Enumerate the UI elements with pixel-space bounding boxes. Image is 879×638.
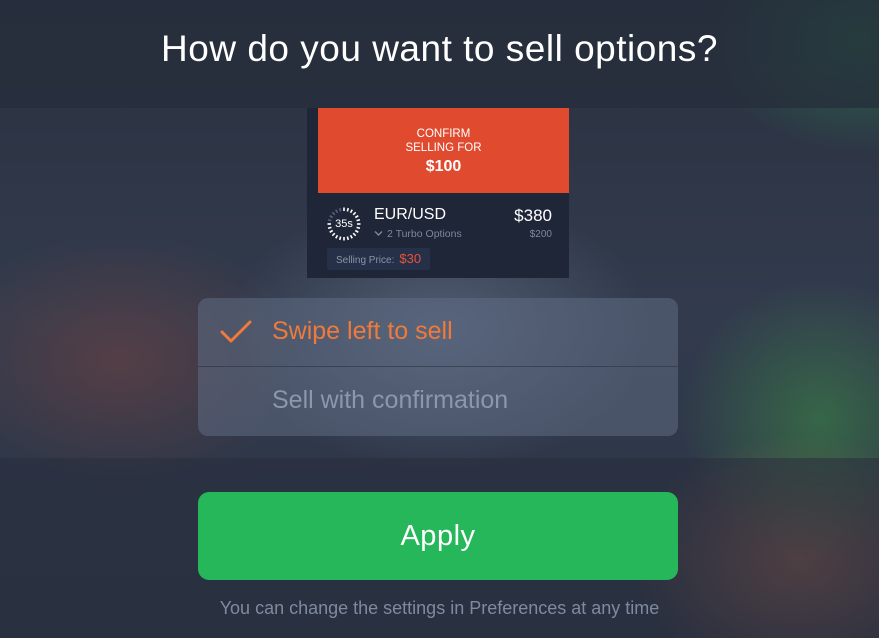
option-sell-with-confirmation[interactable]: Sell with confirmation [198, 367, 678, 436]
turbo-options: 2 Turbo Options [374, 228, 462, 240]
option-preview-card: CONFIRM SELLING FOR $100 35s EUR/USD 2 T… [307, 108, 569, 278]
turbo-options-label: 2 Turbo Options [387, 228, 462, 240]
chevron-down-icon [374, 231, 383, 236]
timer-label: 35s [335, 218, 353, 230]
option-invested: $200 [529, 229, 552, 240]
option-value: $380 [514, 206, 552, 225]
footer-hint: You can change the settings in Preferenc… [219, 598, 660, 618]
confirm-selling-banner: CONFIRM SELLING FOR $100 [318, 108, 569, 193]
selling-price-badge: Selling Price: $30 [327, 248, 431, 270]
selling-price-value: $30 [399, 251, 422, 266]
check-icon [220, 320, 252, 343]
option-label: Sell with confirmation [272, 386, 509, 414]
confirm-line-1: CONFIRM [416, 128, 471, 140]
page-title: How do you want to sell options? [161, 28, 718, 69]
sell-mode-options: Swipe left to sell Sell with confirmatio… [198, 298, 678, 436]
asset-pair: EUR/USD [374, 206, 447, 223]
option-swipe-left[interactable]: Swipe left to sell [198, 298, 678, 367]
option-label: Swipe left to sell [272, 317, 453, 345]
confirm-line-2: SELLING FOR [405, 142, 482, 154]
apply-button[interactable]: Apply [198, 492, 678, 580]
selling-price-label: Selling Price: [336, 255, 395, 266]
confirm-amount: $100 [425, 158, 462, 175]
